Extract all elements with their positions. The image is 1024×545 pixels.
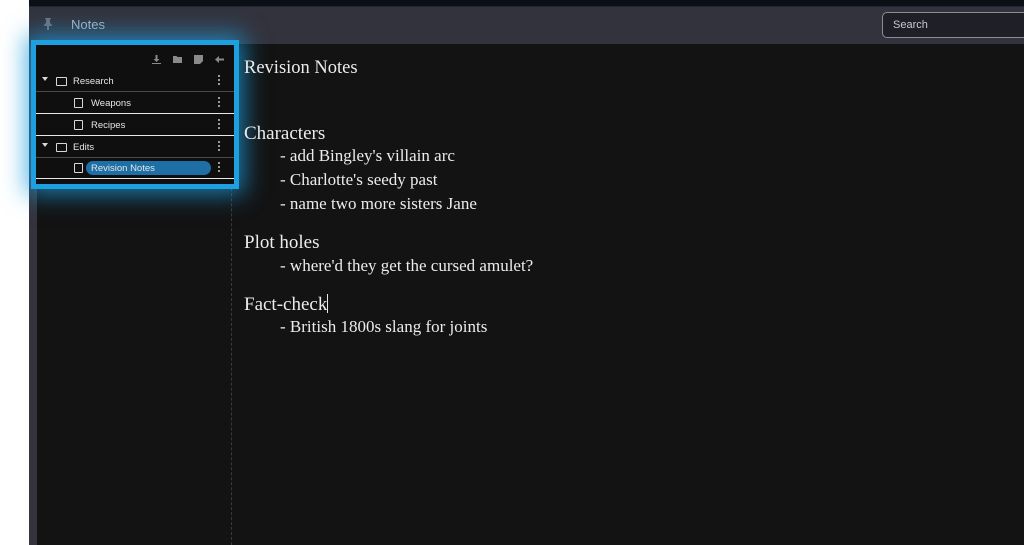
search-box[interactable] <box>882 12 1024 38</box>
list-item: - add Bingley's villain arc <box>280 146 455 165</box>
caret-down-icon[interactable] <box>42 143 48 147</box>
tree-folder-research[interactable]: Research <box>36 71 234 92</box>
text-cursor <box>327 294 329 313</box>
section-heading: Plot holes <box>244 232 320 253</box>
tree-folder-edits[interactable]: Edits <box>36 137 234 158</box>
collapse-icon[interactable] <box>215 55 224 64</box>
caret-down-icon[interactable] <box>42 77 48 81</box>
folder-label: Edits <box>73 142 95 153</box>
note-tree-panel: Research Weapons Recipes Edits Revision … <box>36 45 234 184</box>
tree-toolbar <box>152 53 224 65</box>
note-label: Recipes <box>91 120 126 131</box>
download-icon[interactable] <box>152 54 161 64</box>
note-icon <box>74 120 83 130</box>
note-label: Weapons <box>91 98 131 109</box>
more-options-icon[interactable] <box>218 141 220 151</box>
folder-icon <box>56 143 67 152</box>
window-top-border <box>29 0 1024 7</box>
folder-icon <box>56 77 67 86</box>
tree-note-weapons[interactable]: Weapons <box>36 93 234 114</box>
list-item: - Charlotte's seedy past <box>280 170 438 189</box>
folder-label: Research <box>73 76 114 87</box>
list-item: - where'd they get the cursed amulet? <box>280 256 534 275</box>
more-options-icon[interactable] <box>218 119 220 129</box>
new-note-icon[interactable] <box>194 54 203 64</box>
note-icon <box>74 163 83 173</box>
more-options-icon[interactable] <box>218 162 220 172</box>
app-title: Notes <box>71 17 105 32</box>
tree-note-recipes[interactable]: Recipes <box>36 115 234 136</box>
app-header: Notes <box>29 7 1024 44</box>
new-folder-icon[interactable] <box>173 55 182 64</box>
more-options-icon[interactable] <box>218 75 220 85</box>
section-heading-text: Fact-check <box>244 294 328 315</box>
tree-note-revision-notes[interactable]: Revision Notes <box>36 158 234 179</box>
notes-app: Notes Research <box>29 0 1024 545</box>
note-label: Revision Notes <box>91 163 155 174</box>
note-title[interactable]: Revision Notes <box>244 58 358 79</box>
list-item: - name two more sisters Jane <box>280 194 477 213</box>
pin-icon[interactable] <box>43 17 55 31</box>
section-heading-active: Fact-check <box>244 294 329 316</box>
more-options-icon[interactable] <box>218 97 220 107</box>
list-item: - British 1800s slang for joints <box>280 317 488 336</box>
section-heading: Characters <box>244 123 326 144</box>
note-icon <box>74 98 83 108</box>
search-input[interactable] <box>893 19 1023 31</box>
